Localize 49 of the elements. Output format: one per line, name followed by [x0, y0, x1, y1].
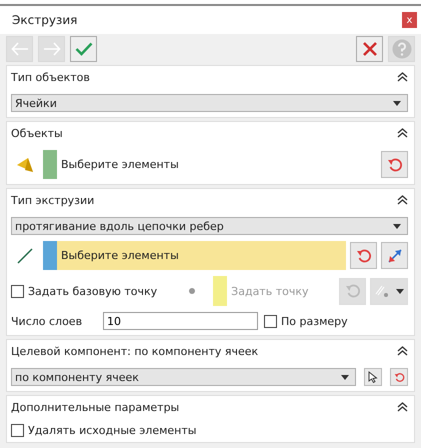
reset-button[interactable] — [381, 151, 408, 178]
layers-label: Число слоев — [11, 314, 84, 328]
selection-placeholder: Выберите элементы — [60, 158, 179, 171]
dropdown[interactable]: протягивание вдоль цепочки ребер — [11, 217, 408, 235]
collapse-icon[interactable] — [397, 195, 408, 205]
collapse-icon[interactable] — [397, 128, 408, 138]
section-title: Дополнительные параметры — [11, 400, 180, 414]
section-title: Тип экструзии — [11, 194, 94, 206]
help-icon — [392, 39, 412, 59]
close-button[interactable]: x — [402, 12, 417, 28]
undo-icon — [394, 372, 404, 382]
collapse-icon[interactable] — [397, 346, 408, 356]
checkmark-icon — [74, 42, 92, 56]
pyramid-icon — [16, 156, 34, 172]
undo-icon — [386, 156, 402, 172]
line-icon — [17, 248, 33, 264]
by-size-checkbox[interactable]: По размеру — [264, 314, 348, 328]
cursor-icon — [368, 371, 378, 383]
reset-button[interactable] — [390, 368, 408, 386]
selection-placeholder: Выберите элементы — [60, 249, 179, 262]
collapse-icon[interactable] — [397, 402, 408, 412]
swap-button[interactable] — [381, 242, 408, 269]
dropdown[interactable]: по компоненту ячеек — [11, 368, 356, 386]
section-title: Объекты — [11, 126, 63, 140]
point-icon — [374, 284, 390, 298]
section-title: Тип объектов — [11, 70, 90, 84]
reset-button[interactable] — [350, 242, 377, 269]
layers-input[interactable]: 10 — [103, 312, 258, 330]
caret-icon — [393, 100, 401, 106]
cancel-button[interactable] — [356, 36, 383, 62]
undo-icon — [356, 248, 372, 264]
pick-button[interactable] — [364, 368, 382, 386]
swap-arrow-icon — [386, 246, 404, 264]
caret-icon — [393, 224, 401, 228]
close-icon — [362, 41, 378, 57]
undo-icon — [344, 283, 360, 299]
caret-icon — [396, 288, 404, 294]
window-title: Экструзия — [12, 13, 78, 27]
back-arrow-icon — [10, 42, 28, 56]
forward-arrow-icon — [42, 42, 60, 56]
selection-field[interactable]: Выберите элементы — [43, 241, 346, 270]
section-title: Целевой компонент: по компоненту ячеек — [11, 344, 258, 358]
ok-button[interactable] — [70, 36, 97, 62]
dropdown[interactable]: Ячейки — [11, 94, 408, 112]
delete-source-checkbox[interactable]: Удалять исходные элементы — [11, 424, 196, 437]
point-menu-button[interactable] — [370, 278, 408, 304]
point-dot-icon — [189, 288, 196, 294]
caret-icon — [341, 374, 349, 380]
collapse-icon[interactable] — [397, 72, 408, 82]
